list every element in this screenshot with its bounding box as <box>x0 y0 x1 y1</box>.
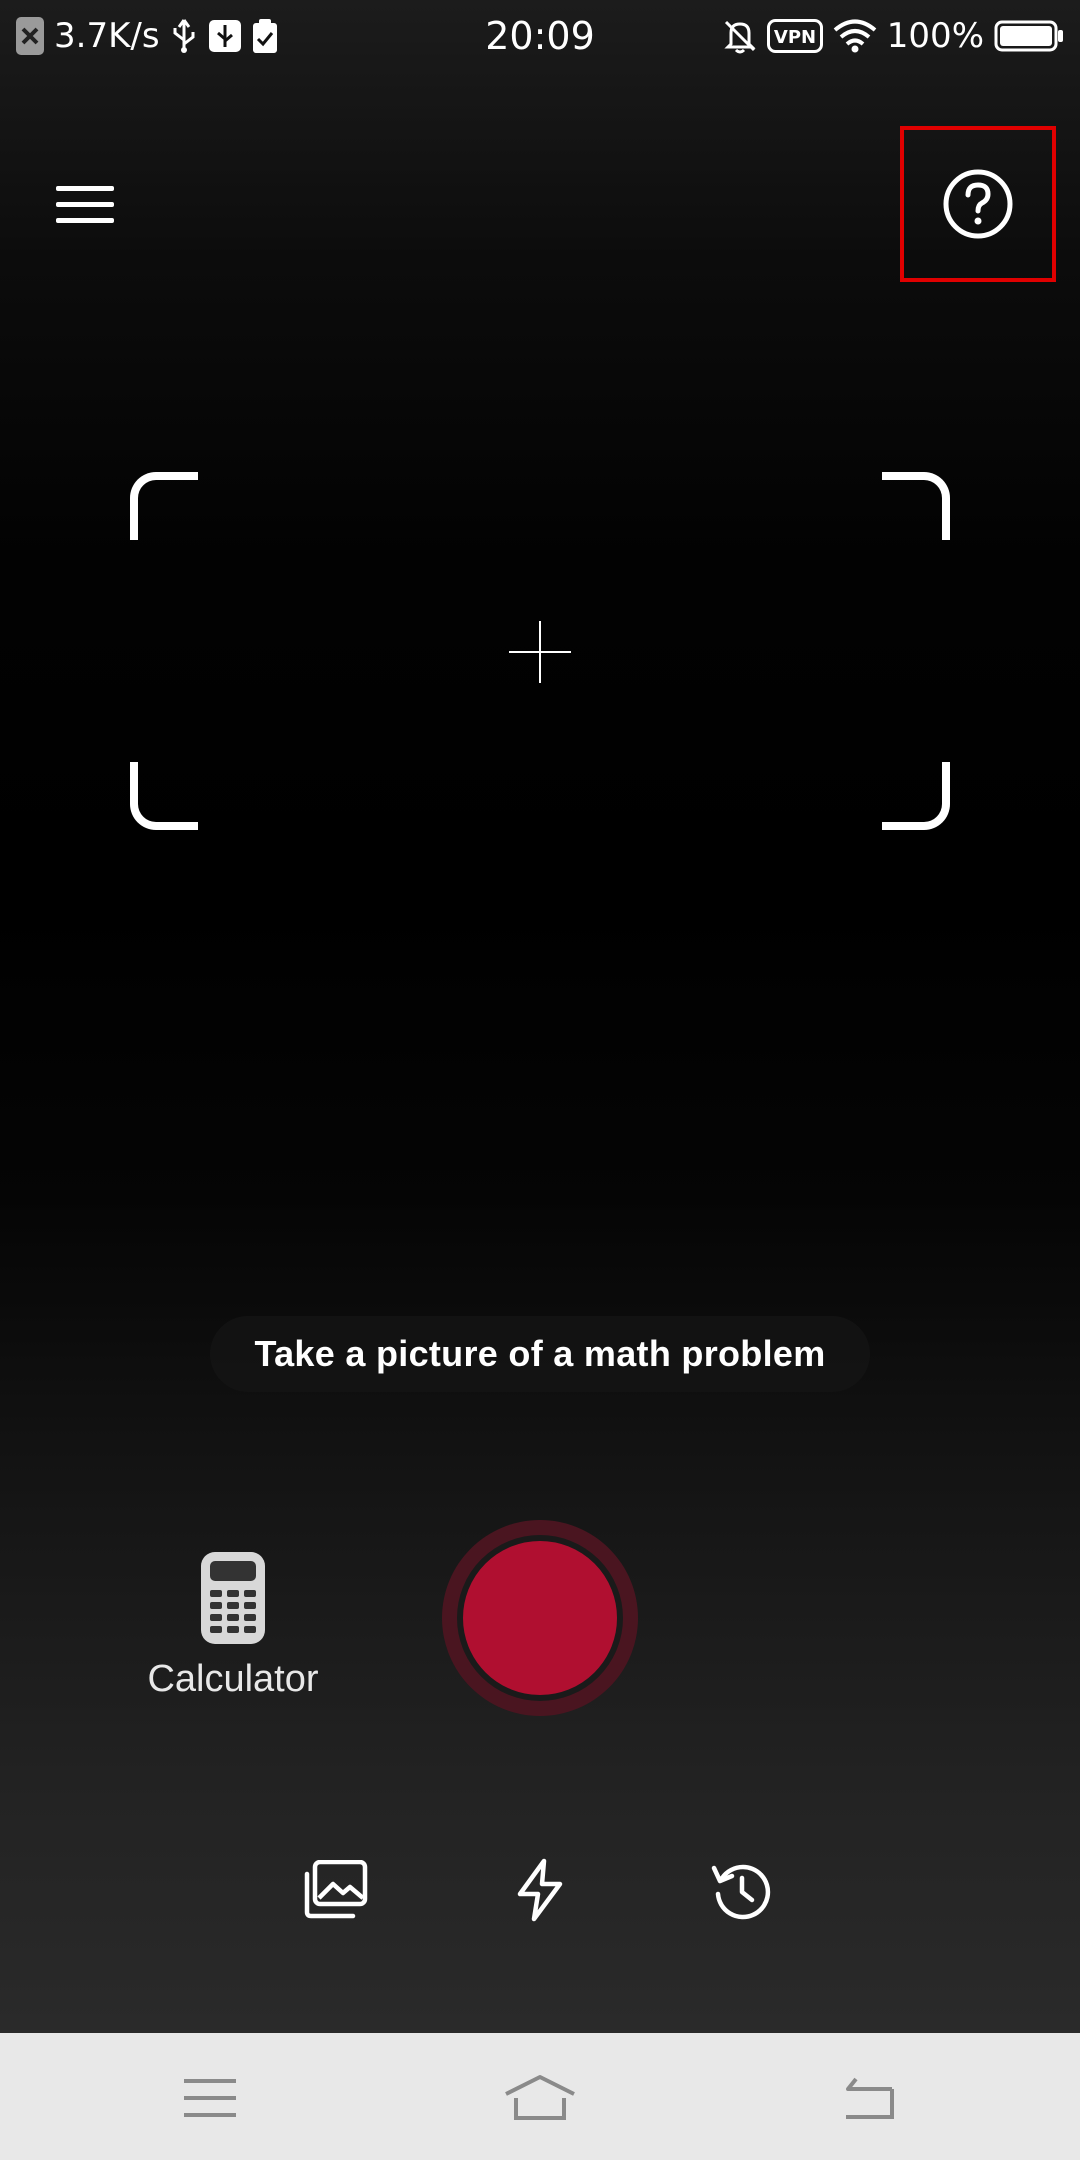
viewfinder-corner-top-left <box>130 472 198 540</box>
shutter-inner <box>457 1535 623 1701</box>
back-icon <box>846 2077 894 2119</box>
calculator-label: Calculator <box>147 1658 319 1700</box>
hint-pill: Take a picture of a math problem <box>210 1316 870 1392</box>
crosshair-icon <box>509 621 571 683</box>
calculator-button[interactable]: Calculator <box>128 1552 338 1732</box>
flash-button[interactable] <box>500 1850 580 1930</box>
network-speed: 3.7K/s <box>54 16 160 56</box>
gallery-icon <box>304 1860 368 1919</box>
viewfinder-corner-top-right <box>882 472 950 540</box>
usb-debugging-icon <box>208 19 242 53</box>
gallery-button[interactable] <box>296 1850 376 1930</box>
shutter-button[interactable] <box>442 1520 638 1716</box>
help-button[interactable] <box>900 126 1056 282</box>
battery-percent: 100% <box>886 16 984 56</box>
back-button[interactable] <box>818 2053 918 2143</box>
help-circle-icon <box>943 169 1013 239</box>
menu-button[interactable] <box>40 170 130 240</box>
navigation-bar <box>0 2033 1080 2160</box>
calculator-icon <box>201 1552 265 1644</box>
history-button[interactable] <box>702 1850 782 1930</box>
battery-icon <box>994 19 1064 53</box>
bell-off-icon <box>723 18 757 54</box>
vpn-label: VPN <box>774 27 816 48</box>
status-left: 3.7K/s <box>16 16 278 56</box>
hamburger-menu-icon <box>56 186 114 223</box>
viewfinder-corner-bottom-left <box>130 762 198 830</box>
flash-icon <box>517 1858 563 1922</box>
home-button[interactable] <box>490 2053 590 2143</box>
status-bar: 3.7K/s 20:09 VPN 100% <box>0 0 1080 72</box>
viewfinder-corner-bottom-right <box>882 762 950 830</box>
history-icon <box>711 1864 771 1920</box>
wifi-icon <box>833 19 877 53</box>
status-right: VPN 100% <box>723 16 1064 56</box>
battery-fill <box>1000 26 1052 46</box>
recents-button[interactable] <box>160 2053 260 2143</box>
camera-screen: 3.7K/s 20:09 VPN 100% Take a picture of … <box>0 0 1080 2160</box>
hint-text: Take a picture of a math problem <box>254 1333 826 1374</box>
home-icon <box>505 2075 575 2120</box>
usb-icon <box>170 18 198 54</box>
recents-menu-icon <box>184 2079 236 2117</box>
clipboard-check-icon <box>252 18 278 54</box>
vpn-icon: VPN <box>766 19 823 53</box>
close-notification-icon <box>16 17 44 55</box>
viewfinder-frame <box>130 472 950 830</box>
